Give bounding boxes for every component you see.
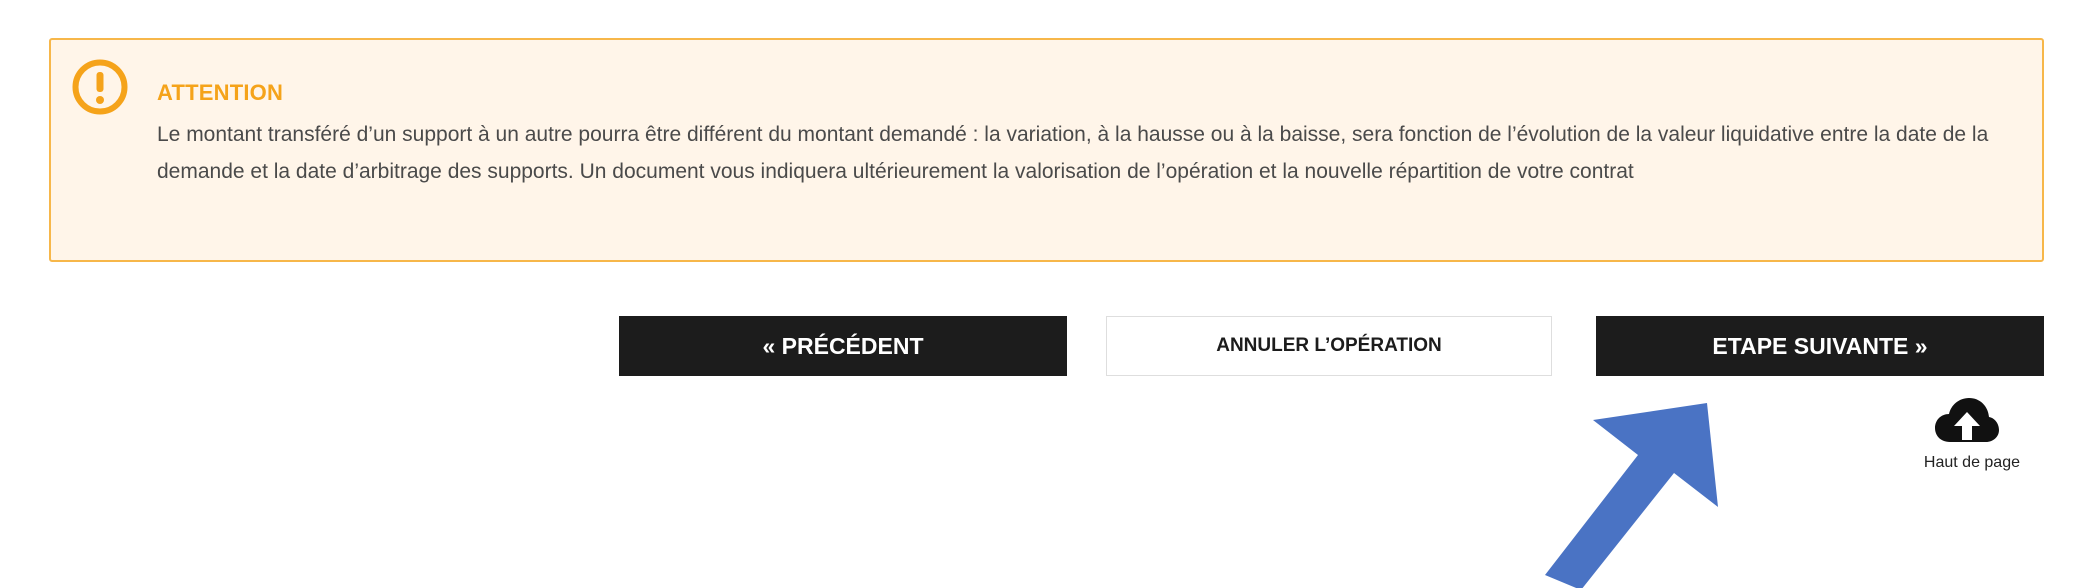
cancel-operation-button[interactable]: ANNULER L’OPÉRATION bbox=[1106, 316, 1552, 376]
back-to-top-label: Haut de page bbox=[1923, 454, 2020, 471]
cloud-upload-icon bbox=[1935, 398, 1999, 442]
back-to-top-link[interactable]: Haut de page bbox=[1890, 392, 2020, 482]
previous-button[interactable]: « PRÉCÉDENT bbox=[619, 316, 1067, 376]
page: ATTENTION Le montant transféré d’un supp… bbox=[0, 0, 2098, 588]
warning-alert: ATTENTION Le montant transféré d’un supp… bbox=[49, 38, 2044, 262]
alert-title: ATTENTION bbox=[157, 80, 284, 105]
alert-message: Le montant transféré d’un support à un a… bbox=[157, 123, 1989, 183]
next-step-button[interactable]: ETAPE SUIVANTE » bbox=[1596, 316, 2044, 376]
exclamation-circle-icon bbox=[72, 59, 128, 115]
